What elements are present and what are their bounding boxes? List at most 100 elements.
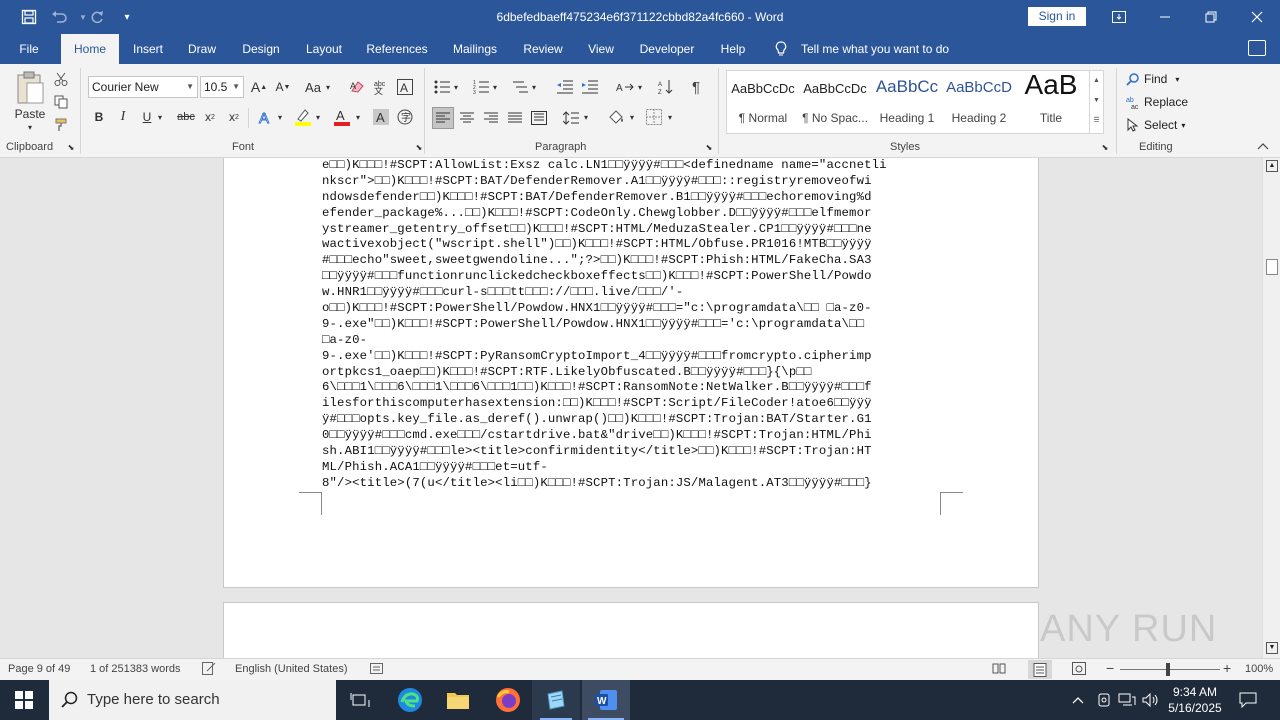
- text-effects-dropdown-icon[interactable]: ▾: [276, 110, 284, 124]
- cut-icon[interactable]: [52, 70, 70, 88]
- decrease-indent-icon[interactable]: [555, 77, 575, 97]
- paste-dropdown-icon[interactable]: ▾: [22, 122, 38, 132]
- tab-file[interactable]: File: [8, 34, 50, 64]
- document-line[interactable]: 9-.exe'□□)K□□□!#SCPT:PyRansomCryptoImpor…: [322, 349, 942, 365]
- phonetic-guide-icon[interactable]: abc 文: [371, 77, 391, 97]
- character-border-icon[interactable]: A: [395, 77, 415, 97]
- tab-developer[interactable]: Developer: [634, 34, 700, 64]
- document-line[interactable]: 9-.exe"□□)K□□□!#SCPT:PowerShell/Powdow.H…: [322, 317, 942, 333]
- subscript-icon[interactable]: x2: [200, 108, 220, 126]
- select-button[interactable]: Select ▾: [1126, 116, 1206, 134]
- zoom-out-icon[interactable]: −: [1106, 660, 1114, 676]
- document-line[interactable]: ilesforthiscomputerhasextension:□□)K□□□!…: [322, 396, 942, 412]
- grow-font-icon[interactable]: A ▲: [250, 78, 268, 96]
- align-center-icon[interactable]: [457, 108, 477, 128]
- undo-icon[interactable]: [46, 6, 72, 28]
- replace-button[interactable]: ab ac Replace: [1126, 93, 1206, 111]
- clock[interactable]: 9:34 AM 5/16/2025: [1164, 680, 1226, 720]
- zoom-in-icon[interactable]: +: [1223, 660, 1231, 676]
- tab-draw[interactable]: Draw: [182, 34, 222, 64]
- document-line[interactable]: w.HNR1□□ÿÿÿÿ#□□□curl-s□□□tt□□□://□□□.liv…: [322, 285, 942, 301]
- taskbar-search[interactable]: Type here to search: [49, 680, 336, 720]
- italic-icon[interactable]: I: [114, 108, 132, 126]
- copy-icon[interactable]: [52, 93, 70, 111]
- font-launcher-icon[interactable]: ⬊: [414, 142, 424, 152]
- style-normal[interactable]: AaBbCcDc ¶ Normal: [727, 71, 799, 133]
- change-case-dropdown-icon[interactable]: ▾: [324, 80, 332, 94]
- document-line[interactable]: □a-z0-: [322, 333, 942, 349]
- document-text[interactable]: e□□)K□□□!#SCPT:AllowList:Exsz calc.LN1□□…: [322, 158, 942, 492]
- sign-in-button[interactable]: Sign in: [1028, 7, 1086, 26]
- zoom-slider[interactable]: [1120, 669, 1220, 670]
- multilevel-dropdown-icon[interactable]: ▾: [530, 80, 538, 94]
- font-color-icon[interactable]: A: [332, 107, 352, 127]
- document-line[interactable]: ortpkcs1_oaep□□)K□□□!#SCPT:RTF.LikelyObf…: [322, 365, 942, 381]
- borders-dropdown-icon[interactable]: ▾: [666, 110, 674, 124]
- document-line[interactable]: nkscr">□□)K□□□!#SCPT:BAT/DefenderRemover…: [322, 174, 942, 190]
- show-hidden-icons-icon[interactable]: [1068, 680, 1088, 720]
- document-line[interactable]: e□□)K□□□!#SCPT:AllowList:Exsz calc.LN1□□…: [322, 158, 942, 174]
- collapse-ribbon-icon[interactable]: [1256, 140, 1270, 152]
- line-spacing-dropdown-icon[interactable]: ▾: [582, 110, 590, 124]
- document-line[interactable]: efender_package%...□□)K□□□!#SCPT:CodeOnl…: [322, 206, 942, 222]
- enclose-characters-icon[interactable]: 字: [395, 107, 415, 127]
- accessibility-icon[interactable]: [370, 662, 384, 678]
- superscript-icon[interactable]: x2: [224, 108, 244, 126]
- tell-me-search[interactable]: Tell me what you want to do: [801, 34, 949, 64]
- document-line[interactable]: wactivexobject("wscript.shell")□□)K□□□!#…: [322, 237, 942, 253]
- edge-browser-icon[interactable]: [386, 680, 434, 720]
- style-no-spacing[interactable]: AaBbCcDc ¶ No Spac...: [799, 71, 871, 133]
- tab-review[interactable]: Review: [518, 34, 568, 64]
- styles-launcher-icon[interactable]: ⬊: [1100, 142, 1110, 152]
- paragraph-launcher-icon[interactable]: ⬊: [704, 142, 714, 152]
- multilevel-list-icon[interactable]: [510, 77, 530, 97]
- scroll-down-icon[interactable]: ▼: [1266, 642, 1278, 654]
- web-layout-icon[interactable]: [1072, 662, 1086, 678]
- network-icon[interactable]: [1116, 680, 1138, 720]
- word-count[interactable]: 1 of 251383 words: [90, 663, 181, 675]
- sort-icon[interactable]: AZ: [656, 77, 676, 97]
- shading-icon[interactable]: [606, 107, 626, 127]
- style-heading-2[interactable]: AaBbCcD Heading 2: [943, 71, 1015, 133]
- zoom-level[interactable]: 100%: [1245, 663, 1273, 675]
- document-line[interactable]: 8"/><title>(7(u</title><li□□)K□□□!#SCPT:…: [322, 476, 942, 492]
- bullets-dropdown-icon[interactable]: ▾: [452, 80, 460, 94]
- tab-layout[interactable]: Layout: [300, 34, 348, 64]
- windows-start-icon[interactable]: [0, 680, 48, 720]
- bold-icon[interactable]: B: [90, 108, 108, 126]
- file-explorer-icon[interactable]: [434, 680, 482, 720]
- font-name-box[interactable]: Courier New ▼: [88, 76, 198, 98]
- more-styles-icon[interactable]: ☰: [1090, 111, 1103, 131]
- bullets-icon[interactable]: [432, 77, 452, 97]
- read-mode-icon[interactable]: [992, 662, 1006, 677]
- save-icon[interactable]: [16, 6, 42, 28]
- underline-icon[interactable]: U: [138, 108, 156, 126]
- align-left-icon[interactable]: [432, 107, 454, 129]
- styles-scrollbar[interactable]: ▲ ▼ ☰: [1089, 71, 1103, 133]
- paste-button[interactable]: Paste: [10, 106, 50, 122]
- document-line[interactable]: ÿ#□□□opts.key_file.as_deref().unwrap()□□…: [322, 412, 942, 428]
- minimize-icon[interactable]: [1142, 0, 1188, 34]
- customize-quick-access-icon[interactable]: ▾: [114, 6, 140, 28]
- asian-layout-dropdown-icon[interactable]: ▾: [636, 80, 644, 94]
- show-formatting-marks-icon[interactable]: ¶: [686, 77, 706, 97]
- firefox-icon[interactable]: [484, 680, 532, 720]
- document-line[interactable]: ML/Phish.ACA1□□ÿÿÿÿ#□□□et=utf-: [322, 460, 942, 476]
- notifications-icon[interactable]: [1236, 680, 1260, 720]
- volume-icon[interactable]: [1140, 680, 1162, 720]
- justify-icon[interactable]: [505, 108, 525, 128]
- shading-dropdown-icon[interactable]: ▾: [628, 110, 636, 124]
- tab-home[interactable]: Home: [61, 34, 119, 64]
- document-line[interactable]: ndowsdefender□□)K□□□!#SCPT:BAT/DefenderR…: [322, 190, 942, 206]
- highlighter-icon[interactable]: [293, 107, 313, 127]
- tab-design[interactable]: Design: [236, 34, 286, 64]
- document-page-next[interactable]: [223, 602, 1039, 658]
- shrink-font-icon[interactable]: A ▼: [274, 78, 292, 96]
- document-line[interactable]: sh.ABI1□□ÿÿÿÿ#□□□le><title>confirmidenti…: [322, 444, 942, 460]
- document-line[interactable]: 0□□ÿÿÿÿ#□□□cmd.exe□□□/cstartdrive.bat&"d…: [322, 428, 942, 444]
- restore-icon[interactable]: [1188, 0, 1234, 34]
- chevron-down-icon[interactable]: ▼: [1090, 91, 1103, 111]
- find-button[interactable]: Find ▾: [1126, 70, 1206, 88]
- asian-layout-icon[interactable]: A: [614, 77, 636, 97]
- strikethrough-icon[interactable]: abc: [174, 108, 198, 126]
